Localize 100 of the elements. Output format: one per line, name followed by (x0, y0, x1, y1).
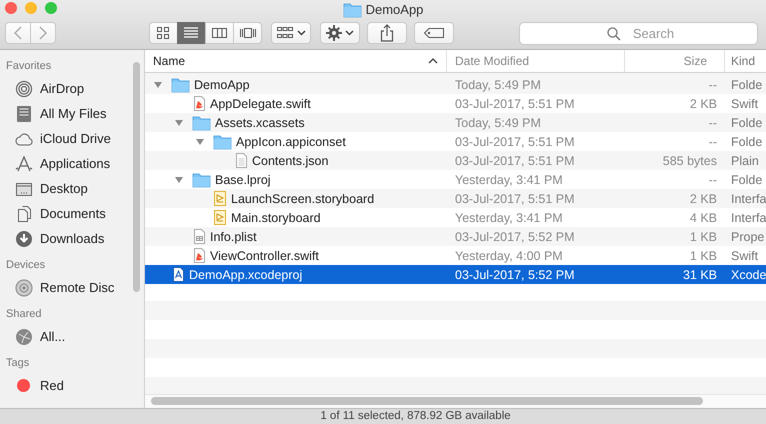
file-size: 31 KB (682, 268, 717, 282)
file-kind: Folde (731, 78, 762, 92)
settings-icon (326, 25, 342, 41)
date-modified: Yesterday, 4:00 PM (455, 248, 563, 262)
chevron-left-icon (13, 26, 23, 40)
file-name: Contents.json (252, 154, 328, 168)
file-name: ViewController.swift (210, 248, 319, 262)
arrange-button[interactable] (271, 22, 311, 44)
tag-icon (423, 27, 445, 39)
file-name: LaunchScreen.storyboard (231, 192, 374, 206)
file-size: 2 KB (690, 96, 717, 110)
file-row[interactable]: LaunchScreen.storyboard 03-Jul-2017, 5:51 PM 2 KB Interfa (145, 189, 766, 208)
sidebar-item[interactable]: Downloads (6, 226, 144, 251)
view-mode-button[interactable] (205, 22, 234, 44)
date-modified: 03-Jul-2017, 5:52 PM (455, 268, 575, 282)
file-size: -- (708, 134, 717, 148)
tag-button[interactable] (414, 22, 454, 44)
scrollbar[interactable] (133, 62, 140, 292)
folder-icon (171, 76, 190, 93)
view-mode-button[interactable] (177, 22, 206, 44)
file-name: DemoApp.xcodeproj (189, 268, 302, 282)
file-name: AppDelegate.swift (210, 96, 311, 110)
folder-icon (192, 171, 211, 188)
sort-ascending-icon (428, 58, 438, 64)
view-mode-button[interactable] (149, 22, 178, 44)
file-name: Base.lproj (215, 172, 271, 186)
caret-icon (297, 30, 306, 36)
cover-flow-icon (238, 25, 256, 41)
file-kind: Interfa (731, 192, 766, 206)
sidebar-item[interactable]: iCloud Drive (6, 126, 144, 151)
download-icon (15, 230, 33, 248)
file-row[interactable]: ViewController.swift Yesterday, 4:00 PM 1 KB Swift (145, 246, 766, 265)
disc-icon (15, 278, 33, 296)
applications-icon (15, 154, 33, 172)
airdrop-icon (15, 80, 33, 98)
scrollbar[interactable] (151, 397, 703, 405)
window-title: DemoApp (366, 2, 424, 17)
date-modified: 03-Jul-2017, 5:51 PM (455, 192, 575, 206)
share-icon (380, 24, 394, 42)
columns-icon (210, 25, 228, 41)
sidebar-item[interactable]: Applications (6, 151, 144, 176)
file-row[interactable]: AppDelegate.swift 03-Jul-2017, 5:51 PM 2 KB Swift (145, 94, 766, 113)
date-modified: Yesterday, 3:41 PM (455, 172, 563, 186)
swift-file-icon (192, 247, 206, 264)
file-row[interactable]: Main.storyboard Yesterday, 3:41 PM 4 KB Interfa (145, 208, 766, 227)
file-size: 1 KB (690, 248, 717, 262)
swift-file-icon (192, 95, 206, 112)
file-kind: Swift (731, 96, 758, 110)
globe-icon (15, 328, 33, 346)
date-modified: Today, 5:49 PM (455, 78, 541, 92)
file-kind: Folde (731, 172, 762, 186)
folder-icon (213, 133, 232, 150)
search-icon (607, 26, 621, 40)
storyboard-file-icon (213, 209, 227, 226)
file-name: Info.plist (210, 230, 257, 244)
property-list-icon (192, 228, 206, 245)
file-kind: Xcode (731, 268, 766, 282)
column-header[interactable]: Name (145, 50, 447, 72)
sidebar-item[interactable]: Desktop (6, 176, 144, 201)
file-kind: Prope (731, 230, 764, 244)
sidebar-item[interactable]: Documents (6, 201, 144, 226)
project-file-icon (171, 266, 185, 283)
file-size: 4 KB (690, 210, 717, 224)
file-size: 585 bytes (662, 154, 717, 168)
action-button[interactable] (320, 22, 360, 44)
search-field[interactable]: Search (519, 22, 758, 44)
date-modified: 03-Jul-2017, 5:52 PM (455, 230, 575, 244)
file-name: Main.storyboard (231, 210, 321, 224)
file-kind: Folde (731, 116, 762, 130)
chevron-right-icon (38, 26, 48, 40)
documents-icon (15, 204, 33, 222)
sidebar-item[interactable]: Red (6, 373, 144, 398)
file-size: -- (708, 78, 717, 92)
file-size: 2 KB (690, 192, 717, 206)
section-header: Shared (6, 308, 42, 322)
sidebar-item[interactable]: All My Files (6, 101, 144, 126)
date-modified: 03-Jul-2017, 5:51 PM (455, 134, 575, 148)
grid-icon (276, 26, 294, 40)
section-header: Devices (6, 259, 46, 273)
section-header: Tags (6, 357, 30, 371)
section-header: Favorites (6, 60, 52, 74)
close-button[interactable] (5, 2, 17, 14)
file-row[interactable]: DemoApp.xcodeproj 03-Jul-2017, 5:52 PM 31 KB Xcode (145, 265, 766, 284)
date-modified: 03-Jul-2017, 5:51 PM (455, 96, 575, 110)
file-kind: Folde (731, 134, 762, 148)
folder-icon (192, 114, 211, 131)
date-modified: Yesterday, 3:41 PM (455, 210, 563, 224)
file-row[interactable]: Contents.json 03-Jul-2017, 5:51 PM 585 bytes Plain (145, 151, 766, 170)
file-size: -- (708, 116, 717, 130)
sidebar-item[interactable]: All... (6, 324, 144, 349)
sidebar-item[interactable]: AirDrop (6, 76, 144, 101)
sidebar-item[interactable]: Remote Disc (6, 275, 144, 300)
column-header[interactable]: Kind (725, 50, 766, 72)
file-size: 1 KB (690, 230, 717, 244)
file-name: AppIcon.appiconset (236, 134, 346, 148)
file-tray-icon (15, 104, 33, 122)
view-mode-button[interactable] (233, 22, 262, 44)
share-button[interactable] (367, 22, 407, 44)
file-row[interactable]: Info.plist 03-Jul-2017, 5:52 PM 1 KB Prope (145, 227, 766, 246)
file-name: Assets.xcassets (215, 116, 305, 130)
